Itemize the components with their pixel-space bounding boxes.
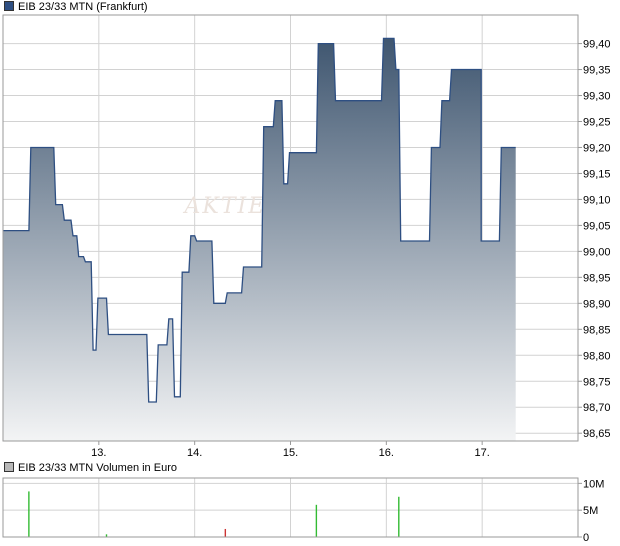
price-y-tick-label: 99,40 bbox=[583, 39, 611, 51]
price-x-tick-label: 14. bbox=[187, 447, 202, 459]
price-y-tick-label: 98,70 bbox=[583, 402, 611, 414]
price-y-tick-label: 99,20 bbox=[583, 142, 611, 154]
price-x-tick-label: 13. bbox=[91, 447, 106, 459]
price-y-tick-label: 99,10 bbox=[583, 194, 611, 206]
price-y-tick-label: 99,35 bbox=[583, 65, 611, 77]
price-y-tick-label: 98,80 bbox=[583, 350, 611, 362]
volume-y-tick-label: 10M bbox=[583, 478, 604, 490]
price-y-tick-label: 98,85 bbox=[583, 324, 611, 336]
price-x-tick-label: 15. bbox=[283, 447, 298, 459]
price-y-tick-label: 98,95 bbox=[583, 272, 611, 284]
chart-canvas: 98,65 98,70 98,75 98,80 98,85 98,90 98,95 99,00… bbox=[2, 14, 611, 544]
price-y-tick-label: 99,30 bbox=[583, 91, 611, 103]
price-y-tick-label: 98,75 bbox=[583, 376, 611, 388]
price-y-tick-label: 98,65 bbox=[583, 428, 611, 440]
price-y-tick-label: 98,90 bbox=[583, 298, 611, 310]
price-y-tick-label: 99,25 bbox=[583, 117, 611, 129]
price-x-tick-label: 17. bbox=[475, 447, 490, 459]
price-y-tick-label: 99,05 bbox=[583, 220, 611, 232]
price-y-tick-label: 99,15 bbox=[583, 168, 611, 180]
volume-y-tick-label: 0 bbox=[583, 532, 589, 544]
price-y-tick-label: 99,00 bbox=[583, 246, 611, 258]
volume-y-tick-label: 5M bbox=[583, 505, 598, 517]
price-area-fill bbox=[3, 38, 516, 442]
price-x-tick-label: 16. bbox=[379, 447, 394, 459]
